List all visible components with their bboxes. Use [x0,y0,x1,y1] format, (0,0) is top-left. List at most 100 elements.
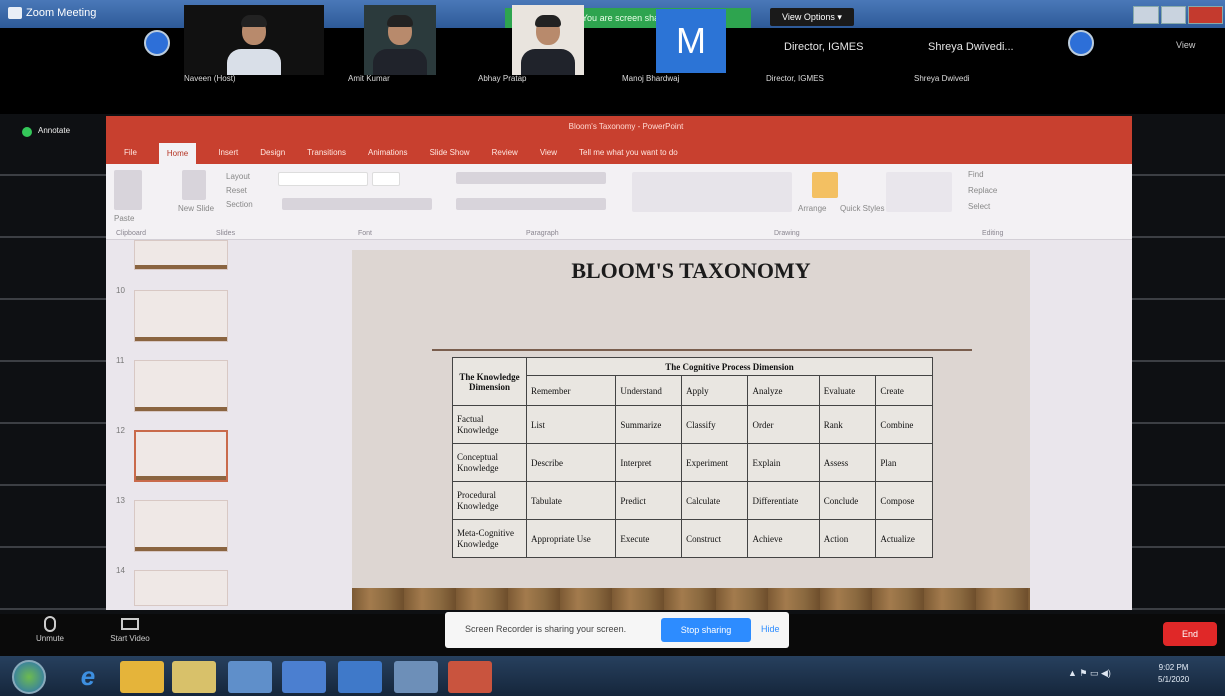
participant-tile[interactable]: Abhay Pratap [478,5,618,85]
tab-file[interactable]: File [124,148,137,157]
participant-tile[interactable]: Amit Kumar [334,5,474,85]
powerpoint-title-bar: Bloom's Taxonomy - PowerPoint [106,116,1132,140]
new-slide-button[interactable] [182,170,206,200]
participant-video [364,5,436,75]
unmute-button[interactable]: Unmute [30,614,70,643]
file-explorer-icon[interactable] [120,661,164,693]
sharing-indicator-icon [22,127,32,137]
shape-fill-outline-effects[interactable] [886,172,952,212]
table-cell: Describe [525,443,617,482]
internet-explorer-icon[interactable]: e [66,661,110,693]
annotate-label[interactable]: Annotate [38,126,70,135]
paste-button[interactable] [114,170,142,210]
alignment-buttons[interactable] [456,198,606,210]
participant-tile[interactable]: Shreya Dwivedi... Shreya Dwivedi [914,5,1054,85]
tab-home[interactable]: Home [158,142,197,164]
participant-name: Amit Kumar [348,74,390,83]
slide-thumbnail[interactable] [134,500,228,552]
participant-name-large: Shreya Dwivedi... [928,41,1014,53]
slide-thumbnail-pane: 10 11 12 13 14 [106,240,234,610]
tab-slide-show[interactable]: Slide Show [430,148,470,157]
slide-canvas[interactable]: BLOOM'S TAXONOMY The Knowledge Dimension… [352,250,1030,610]
powerpoint-window: Bloom's Taxonomy - PowerPoint File Home … [106,116,1132,610]
tab-transitions[interactable]: Transitions [307,148,346,157]
table-cell: Construct [681,519,749,558]
slide-thumbnail[interactable] [134,240,228,270]
powerpoint-icon[interactable] [448,661,492,693]
row-label: Procedural Knowledge [452,481,527,520]
participant-tile[interactable]: Director, IGMES Director, IGMES [766,5,906,85]
maximize-button[interactable] [1160,6,1187,24]
table-row: Meta-Cognitive Knowledge Appropriate Use… [452,519,933,558]
participant-video [512,5,584,75]
slide-thumbnail[interactable] [134,360,228,412]
sharing-notice-text: Screen Recorder is sharing your screen. [465,624,627,634]
start-button-icon[interactable] [12,660,46,694]
tab-animations[interactable]: Animations [368,148,408,157]
participant-tile[interactable]: Naveen (Host) [184,5,324,85]
next-participants-button[interactable] [1068,30,1094,56]
row-label: Meta-Cognitive Knowledge [452,519,527,558]
participant-name-large: Director, IGMES [784,41,864,53]
table-cell: Execute [615,519,683,558]
hide-notice-button[interactable]: Hide [761,624,780,634]
stop-sharing-button[interactable]: Stop sharing [661,618,751,642]
table-corner-header: The Knowledge Dimension [452,357,527,406]
close-button[interactable] [1188,6,1223,24]
tab-view[interactable]: View [540,148,557,157]
font-family-select[interactable] [278,172,368,186]
font-size-select[interactable] [372,172,400,186]
slide-thumbnail[interactable] [134,290,228,342]
group-label-editing: Editing [982,230,1004,237]
slide-thumbnail-selected[interactable] [134,430,228,482]
new-slide-label: New Slide [178,204,215,213]
table-cell: Summarize [615,405,683,444]
find-button[interactable]: Find [968,170,984,179]
table-cell: Rank [818,405,877,444]
arrange-icon[interactable] [812,172,838,198]
tab-insert[interactable]: Insert [218,148,238,157]
quick-styles-label[interactable]: Quick Styles [840,204,884,213]
table-cell: Compose [875,481,933,520]
zoom-icon[interactable] [282,661,326,693]
taskbar-app-icon[interactable] [394,661,438,693]
screen-recorder-icon[interactable] [338,661,382,693]
replace-button[interactable]: Replace [968,186,997,195]
participant-name: Shreya Dwivedi [914,74,970,83]
table-cell: Conclude [818,481,877,520]
paragraph-buttons[interactable] [456,172,606,184]
font-format-buttons[interactable] [282,198,432,210]
slide-number: 12 [116,426,125,435]
section-button[interactable]: Section [226,200,253,209]
layout-button[interactable]: Layout [226,172,250,181]
zoom-app-icon [8,7,22,19]
minimize-button[interactable] [1133,6,1159,24]
shapes-gallery[interactable] [632,172,792,212]
powerpoint-title: Bloom's Taxonomy - PowerPoint [568,122,684,131]
system-tray-icons[interactable]: ▲ ⚑ ▭ ◀) [1068,668,1111,679]
window-title: Zoom Meeting [26,7,97,19]
taskbar-clock[interactable]: 9:02 PM 5/1/2020 [1158,662,1189,686]
group-label-clipboard: Clipboard [116,230,146,237]
group-label-slides: Slides [216,230,236,237]
tab-design[interactable]: Design [260,148,285,157]
column-header: Apply [681,375,749,406]
start-video-label: Start Video [110,634,150,643]
reset-button[interactable]: Reset [226,186,247,195]
select-button[interactable]: Select [968,202,990,211]
chrome-window-icon[interactable] [228,661,272,693]
prev-participants-button[interactable] [144,30,170,56]
slide-thumbnail[interactable] [134,570,228,606]
folder-icon[interactable] [172,661,216,693]
tab-review[interactable]: Review [492,148,518,157]
participant-tile[interactable]: M Manoj Bhardwaj [622,5,762,85]
table-cell: Interpret [615,443,683,482]
view-button[interactable]: View [1176,40,1195,50]
tell-me-search[interactable]: Tell me what you want to do [579,148,678,157]
bloom-taxonomy-table: The Knowledge Dimension The Cognitive Pr… [452,357,933,558]
table-cell: Plan [875,443,933,482]
start-video-button[interactable]: Start Video [104,614,156,643]
end-meeting-button[interactable]: End [1163,622,1217,646]
column-header: Evaluate [818,375,877,406]
participant-avatar: M [656,9,726,73]
